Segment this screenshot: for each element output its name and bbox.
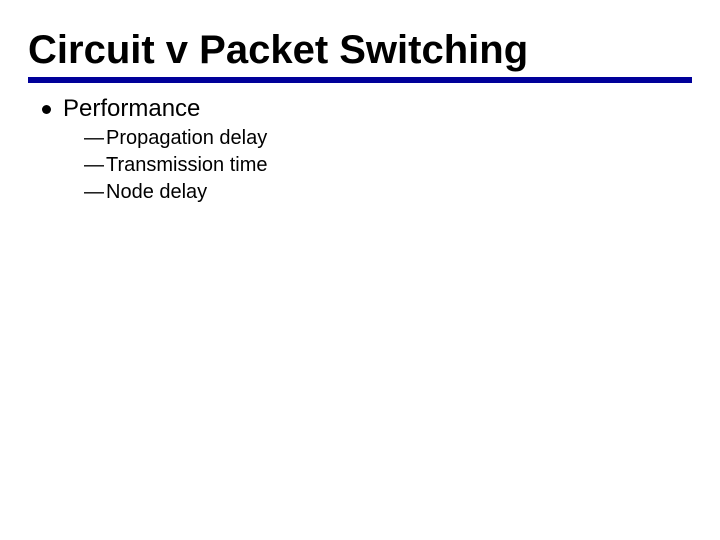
sub-item-text: Propagation delay	[106, 125, 267, 152]
sub-list: — Propagation delay — Transmission time …	[84, 125, 692, 206]
sub-item: — Propagation delay	[84, 125, 692, 152]
slide: Circuit v Packet Switching Performance —…	[0, 0, 720, 206]
sub-item-text: Node delay	[106, 179, 207, 206]
sub-item-text: Transmission time	[106, 152, 268, 179]
bullet-text: Performance	[63, 95, 200, 123]
slide-title: Circuit v Packet Switching	[28, 28, 692, 83]
sub-item: — Node delay	[84, 179, 692, 206]
sub-item: — Transmission time	[84, 152, 692, 179]
dash-icon: —	[84, 125, 104, 152]
bullet-icon	[42, 105, 51, 114]
dash-icon: —	[84, 179, 104, 206]
dash-icon: —	[84, 152, 104, 179]
bullet-item: Performance	[42, 95, 692, 123]
